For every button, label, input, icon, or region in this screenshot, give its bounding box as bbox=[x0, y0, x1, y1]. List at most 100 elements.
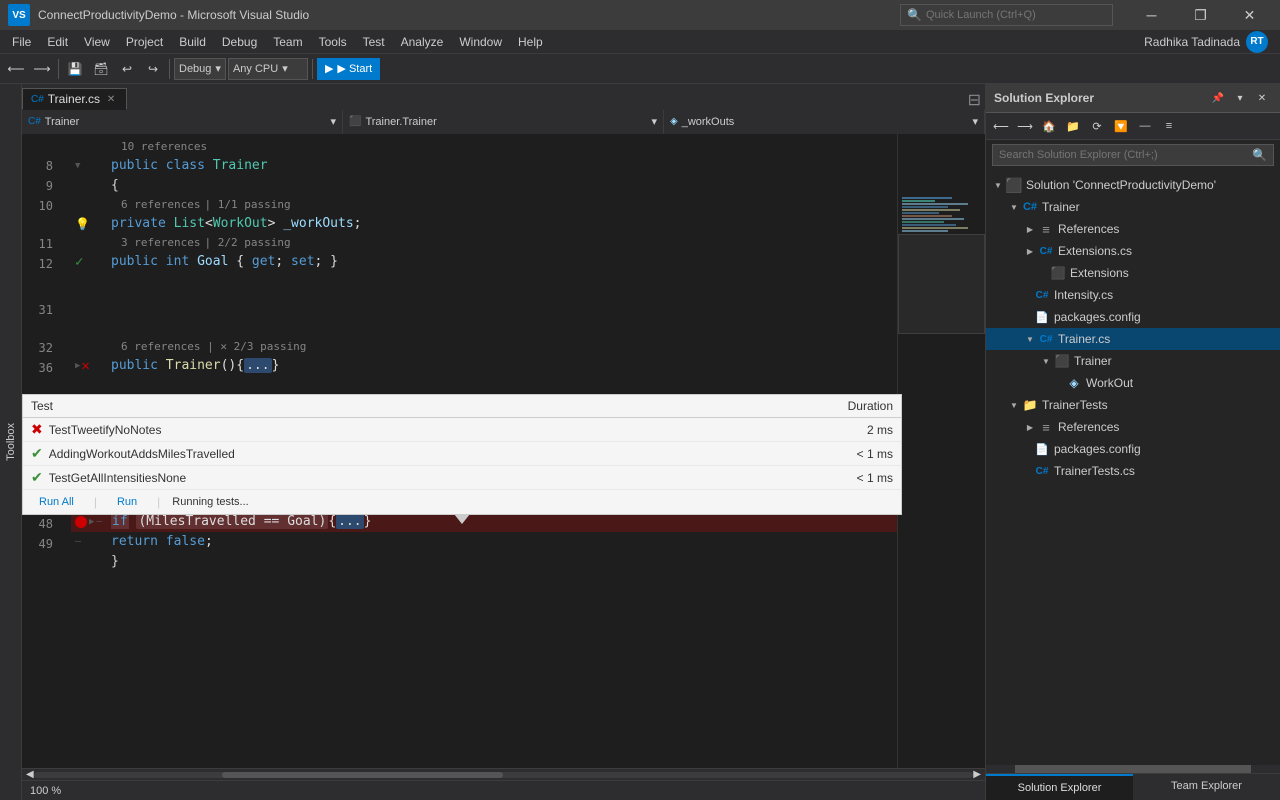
se-filter[interactable]: 🔽 bbox=[1110, 115, 1132, 137]
expand-trainertests[interactable]: ▼ bbox=[1006, 401, 1022, 410]
start-button[interactable]: ▶ ▶ Start bbox=[317, 58, 380, 80]
back-button[interactable]: ⟵ bbox=[4, 57, 28, 81]
tab-split-button[interactable]: ⊟ bbox=[968, 90, 985, 110]
se-pin-button[interactable]: 📌 bbox=[1208, 88, 1228, 108]
code-line-12 bbox=[71, 272, 897, 292]
expand-32[interactable]: ▶ bbox=[75, 356, 80, 376]
dropdowns-row: C# Trainer ▾ ⬛ Trainer.Trainer ▾ ◈ _work bbox=[22, 110, 985, 134]
scroll-left[interactable]: ◀ bbox=[26, 769, 34, 780]
menu-tools[interactable]: Tools bbox=[311, 30, 355, 54]
se-properties[interactable]: ≡ bbox=[1158, 115, 1180, 137]
scroll-track[interactable] bbox=[34, 772, 974, 778]
run-all-button[interactable]: Run All bbox=[31, 494, 82, 510]
quick-launch-input[interactable] bbox=[926, 9, 1106, 21]
tree-workout-member[interactable]: ◈ WorkOut bbox=[986, 372, 1280, 394]
duration-header-label[interactable]: Duration bbox=[848, 399, 893, 413]
menu-edit[interactable]: Edit bbox=[39, 30, 76, 54]
undo-button[interactable]: ↩ bbox=[115, 57, 139, 81]
menu-window[interactable]: Window bbox=[451, 30, 510, 54]
tree-trainer-class[interactable]: ▼ ⬛ Trainer bbox=[986, 350, 1280, 372]
se-close-button[interactable]: ✕ bbox=[1252, 88, 1272, 108]
member-dropdown[interactable]: ◈ _workOuts ▾ bbox=[664, 110, 985, 134]
run-button[interactable]: Run bbox=[109, 494, 145, 510]
tree-packages-config-2[interactable]: 📄 packages.config bbox=[986, 438, 1280, 460]
toolbox-label[interactable]: Toolbox bbox=[5, 415, 17, 469]
menu-help[interactable]: Help bbox=[510, 30, 551, 54]
se-back[interactable]: ⟵ bbox=[990, 115, 1012, 137]
expand-refs-2[interactable]: ▶ bbox=[1022, 423, 1038, 432]
menu-analyze[interactable]: Analyze bbox=[393, 30, 452, 54]
se-refresh[interactable]: ⟳ bbox=[1086, 115, 1108, 137]
test-panel-header: Test Duration bbox=[23, 395, 901, 418]
test-row-3[interactable]: ✔ TestGetAllIntensitiesNone < 1 ms bbox=[23, 466, 901, 490]
expand-ext[interactable]: ▶ bbox=[1022, 247, 1038, 256]
test-row-2[interactable]: ✔ AddingWorkoutAddsMilesTravelled < 1 ms bbox=[23, 442, 901, 466]
menu-build[interactable]: Build bbox=[171, 30, 214, 54]
tree-trainertests-cs[interactable]: C# TrainerTests.cs bbox=[986, 460, 1280, 482]
se-forward[interactable]: ⟶ bbox=[1014, 115, 1036, 137]
tab-solution-explorer[interactable]: Solution Explorer bbox=[986, 774, 1133, 800]
se-scrollbar[interactable] bbox=[986, 765, 1280, 773]
se-drop-button[interactable]: ▾ bbox=[1230, 88, 1250, 108]
tree-solution[interactable]: ▼ ⬛ Solution 'ConnectProductivityDemo' bbox=[986, 174, 1280, 196]
workout-icon: ◈ bbox=[1066, 375, 1082, 391]
expand-trainer[interactable]: ▼ bbox=[1006, 203, 1022, 212]
tree-references-2[interactable]: ▶ ≡ References bbox=[986, 416, 1280, 438]
tree-references-1[interactable]: ▶ ≡ References bbox=[986, 218, 1280, 240]
expand-refs-1[interactable]: ▶ bbox=[1022, 225, 1038, 234]
dash-48: — bbox=[75, 532, 81, 552]
save-all-button[interactable]: 🗃 bbox=[89, 57, 113, 81]
config-dropdown[interactable]: Debug ▾ bbox=[174, 58, 226, 80]
tree-packages-config-1[interactable]: 📄 packages.config bbox=[986, 306, 1280, 328]
test-row-1[interactable]: ✖ TestTweetifyNoNotes 2 ms bbox=[23, 418, 901, 442]
forward-button[interactable]: ⟶ bbox=[30, 57, 54, 81]
intensity-cs-label: Intensity.cs bbox=[1054, 288, 1113, 302]
scroll-right[interactable]: ▶ bbox=[973, 769, 981, 780]
se-collapse[interactable]: — bbox=[1134, 115, 1156, 137]
minimize-button[interactable]: ─ bbox=[1129, 0, 1174, 30]
tree-trainer-cs[interactable]: ▼ C# Trainer.cs bbox=[986, 328, 1280, 350]
se-scrollbar-thumb[interactable] bbox=[1015, 765, 1250, 773]
menu-team[interactable]: Team bbox=[265, 30, 310, 54]
se-search-input[interactable] bbox=[999, 149, 1248, 161]
toolbox-sidebar[interactable]: Toolbox bbox=[0, 84, 22, 800]
se-home[interactable]: 🏠 bbox=[1038, 115, 1060, 137]
zoom-level[interactable]: 100 % bbox=[30, 785, 61, 797]
tree-trainer-tests-project[interactable]: ▼ 📁 TrainerTests bbox=[986, 394, 1280, 416]
se-search-box[interactable]: 🔍 bbox=[992, 144, 1274, 166]
scroll-thumb[interactable] bbox=[222, 772, 504, 778]
menu-view[interactable]: View bbox=[76, 30, 118, 54]
menu-file[interactable]: File bbox=[4, 30, 39, 54]
se-files[interactable]: 📁 bbox=[1062, 115, 1084, 137]
close-button[interactable]: ✕ bbox=[1227, 0, 1272, 30]
expand-trainer-class[interactable]: ▼ bbox=[1038, 357, 1054, 366]
se-tree[interactable]: ▼ ⬛ Solution 'ConnectProductivityDemo' ▼… bbox=[986, 170, 1280, 765]
tree-trainer-project[interactable]: ▼ C# Trainer bbox=[986, 196, 1280, 218]
menu-test[interactable]: Test bbox=[355, 30, 393, 54]
tab-team-explorer[interactable]: Team Explorer bbox=[1133, 774, 1280, 800]
menu-project[interactable]: Project bbox=[118, 30, 171, 54]
test-pass-11: ✓ bbox=[75, 252, 83, 272]
platform-dropdown[interactable]: Any CPU ▾ bbox=[228, 58, 308, 80]
method-dropdown[interactable]: ⬛ Trainer.Trainer ▾ bbox=[343, 110, 664, 134]
tree-extensions-cs[interactable]: ▶ C# Extensions.cs bbox=[986, 240, 1280, 262]
tab-trainer-cs[interactable]: C# Trainer.cs ✕ bbox=[22, 88, 127, 110]
trainertests-cs-label: TrainerTests.cs bbox=[1054, 464, 1135, 478]
expand-8[interactable]: ▼ bbox=[75, 156, 80, 176]
tree-extensions-class[interactable]: ⬛ Extensions bbox=[986, 262, 1280, 284]
lightbulb-icon[interactable]: 💡 bbox=[75, 214, 90, 234]
expand-44[interactable]: ▶ bbox=[89, 512, 94, 532]
class-dropdown[interactable]: C# Trainer ▾ bbox=[22, 110, 343, 134]
tree-intensity-cs[interactable]: C# Intensity.cs bbox=[986, 284, 1280, 306]
menu-debug[interactable]: Debug bbox=[214, 30, 265, 54]
quick-launch-box[interactable]: 🔍 bbox=[900, 4, 1113, 26]
horizontal-scrollbar[interactable]: ◀ ▶ bbox=[22, 768, 985, 780]
expand-trainer-cs[interactable]: ▼ bbox=[1022, 335, 1038, 344]
redo-button[interactable]: ↪ bbox=[141, 57, 165, 81]
toolbar-separator-3 bbox=[312, 59, 313, 79]
expand-solution[interactable]: ▼ bbox=[990, 181, 1006, 190]
run-sep-1: | bbox=[94, 495, 97, 509]
restore-button[interactable]: ❐ bbox=[1178, 0, 1223, 30]
save-button[interactable]: 💾 bbox=[63, 57, 87, 81]
tab-close-button[interactable]: ✕ bbox=[104, 92, 118, 106]
